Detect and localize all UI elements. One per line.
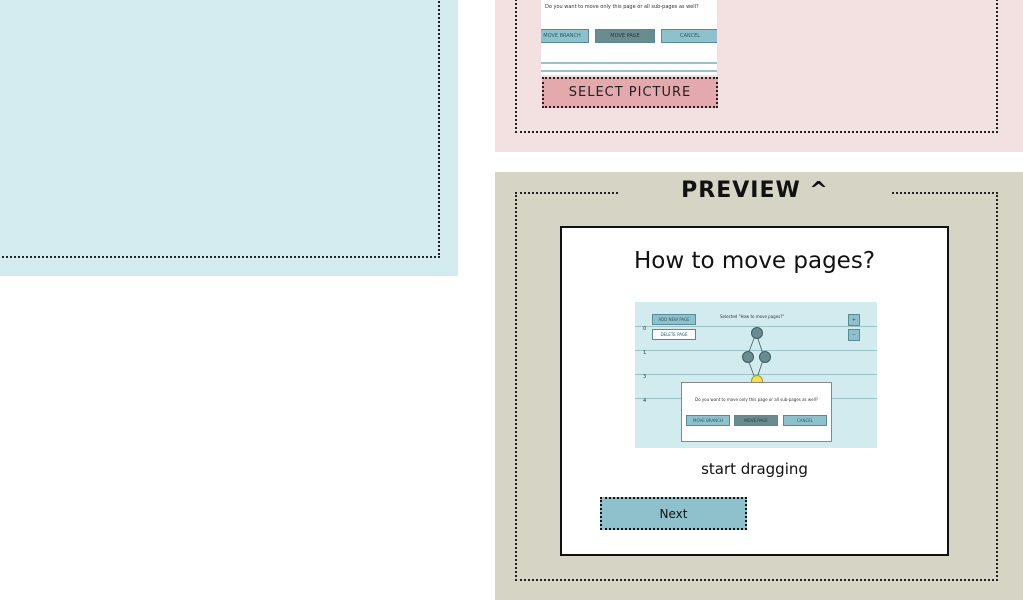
next-button[interactable]: Next bbox=[600, 497, 747, 530]
image-move-dialog: Do you want to move only this page or al… bbox=[681, 382, 832, 442]
preview-toggle-heading[interactable]: PREVIEW ^ bbox=[620, 176, 890, 206]
thumbnail-question: Do you want to move only this page or al… bbox=[545, 4, 699, 10]
thumbnail-move-page: MOVE PAGE bbox=[595, 29, 655, 43]
thumbnail-cancel: CANCEL bbox=[661, 29, 717, 43]
selected-picture-thumbnail: Do you want to move only this page or al… bbox=[541, 0, 717, 75]
step-caption: start dragging bbox=[701, 460, 808, 478]
tree-node bbox=[751, 327, 763, 339]
preview-image: 0 1 3 4 ADD NEW PAGE DELETE PAGE Selecte… bbox=[635, 302, 877, 448]
tree-node bbox=[742, 351, 754, 363]
select-picture-button[interactable]: SELECT PICTURE bbox=[542, 77, 718, 108]
image-move-branch: MOVE BRANCH bbox=[686, 415, 730, 426]
tree-node bbox=[759, 351, 771, 363]
image-move-page: MOVE PAGE bbox=[734, 415, 778, 426]
image-cancel: CANCEL bbox=[783, 415, 827, 426]
thumbnail-divider bbox=[541, 70, 717, 72]
thumbnail-move-branch: MOVE BRANCH bbox=[541, 29, 589, 43]
left-panel-frame bbox=[0, 0, 440, 258]
thumbnail-divider bbox=[541, 62, 717, 64]
image-dialog-question: Do you want to move only this page or al… bbox=[695, 397, 818, 402]
card-title: How to move pages? bbox=[633, 248, 876, 274]
